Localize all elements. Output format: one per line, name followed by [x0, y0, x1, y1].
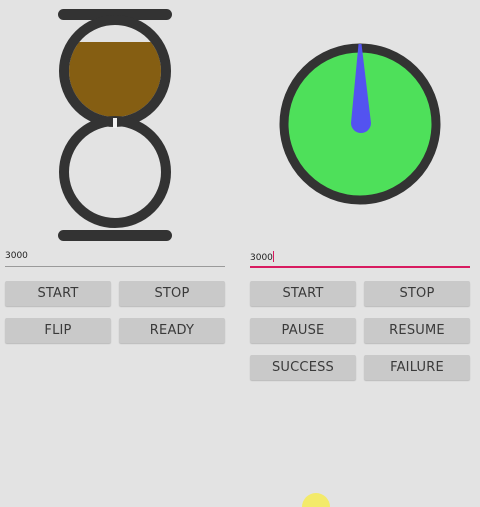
hourglass-ready-button[interactable]: READY: [119, 318, 225, 343]
hourglass-input-underline: [5, 266, 225, 267]
text-cursor: [272, 251, 274, 262]
hourglass-stop-button[interactable]: STOP: [119, 281, 225, 306]
timer-resume-button[interactable]: RESUME: [364, 318, 470, 343]
timer-duration-value: 3000: [250, 253, 273, 263]
timer-duration-input[interactable]: 3000: [250, 251, 470, 267]
timer-dial: [279, 43, 441, 205]
timer-start-button[interactable]: START: [250, 281, 356, 306]
timer-stop-button[interactable]: STOP: [364, 281, 470, 306]
timer-failure-button[interactable]: FAILURE: [364, 355, 470, 380]
hourglass-flip-button[interactable]: FLIP: [5, 318, 111, 343]
timer-success-button[interactable]: SUCCESS: [250, 355, 356, 380]
hourglass-duration-input[interactable]: 3000: [5, 251, 225, 267]
timer-input-underline: [250, 266, 470, 268]
timer-pause-button[interactable]: PAUSE: [250, 318, 356, 343]
hourglass-start-button[interactable]: START: [5, 281, 111, 306]
hourglass-duration-value: 3000: [5, 251, 28, 261]
